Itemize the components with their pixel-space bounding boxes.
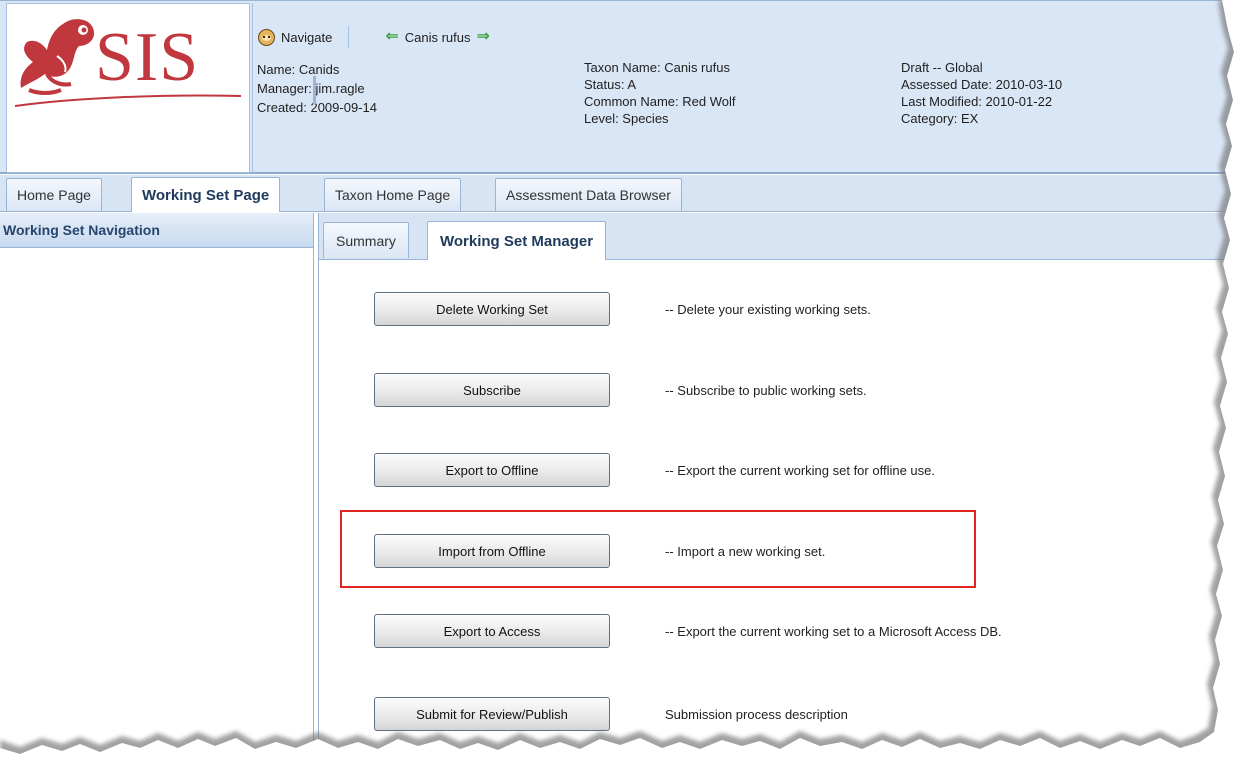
action-row: Subscribe -- Subscribe to public working…	[374, 373, 867, 407]
navigate-menu[interactable]: Navigate	[258, 28, 333, 46]
assessment-category: Category: EX	[901, 111, 979, 126]
taxon-info: Taxon Name: Canis rufus Status: A Common…	[584, 59, 735, 127]
tab-working-set-page[interactable]: Working Set Page	[131, 177, 281, 212]
working-set-navigation-header: Working Set Navigation	[0, 213, 313, 248]
sub-tab-bar: Summary Working Set Manager	[319, 213, 1249, 260]
current-taxon-label[interactable]: Canis rufus	[405, 30, 471, 45]
panel-splitter-handle[interactable]	[313, 76, 316, 104]
main-tab-bar: Home Page Working Set Page Taxon Home Pa…	[0, 175, 1249, 212]
header-divider	[252, 3, 253, 173]
submit-for-review-description: Submission process description	[665, 706, 848, 722]
working-set-content-panel: Summary Working Set Manager Delete Worki…	[318, 213, 1249, 772]
action-row: Export to Offline -- Export the current …	[374, 453, 935, 487]
taxon-level: Level: Species	[584, 111, 669, 126]
taxon-navigator: ⇐ Canis rufus ⇒	[385, 29, 490, 45]
logo-swoosh	[14, 94, 242, 107]
tab-taxon-home-page[interactable]: Taxon Home Page	[324, 178, 462, 211]
monkey-icon	[258, 28, 275, 46]
subscribe-description: -- Subscribe to public working sets.	[665, 382, 867, 398]
assessment-info: Draft -- Global Assessed Date: 2010-03-1…	[901, 59, 1062, 127]
tab-assessment-data-browser[interactable]: Assessment Data Browser	[495, 178, 682, 211]
tab-summary[interactable]: Summary	[323, 222, 409, 258]
assessment-last-modified: Last Modified: 2010-01-22	[901, 94, 1053, 109]
nav-separator	[348, 26, 350, 48]
taxon-name: Taxon Name: Canis rufus	[584, 60, 730, 75]
action-row: Delete Working Set -- Delete your existi…	[374, 292, 871, 326]
subscribe-button[interactable]: Subscribe	[374, 373, 610, 407]
logo-text: SIS	[95, 19, 200, 96]
highlight-annotation-box	[340, 510, 976, 588]
taxon-status: Status: A	[584, 77, 637, 92]
header-bar: SIS Navigate ⇐ Canis rufus ⇒ Name: Canid…	[0, 0, 1249, 174]
navigate-label: Navigate	[281, 29, 333, 45]
arrow-left-icon[interactable]: ⇐	[385, 29, 398, 45]
action-row: Export to Access -- Export the current w…	[374, 614, 1002, 648]
arrow-right-icon[interactable]: ⇒	[476, 29, 489, 45]
action-row: Submit for Review/Publish Submission pro…	[374, 697, 848, 731]
assessment-date: Assessed Date: 2010-03-10	[901, 77, 1063, 92]
navigation-bar: Navigate ⇐ Canis rufus ⇒	[258, 25, 490, 49]
sis-application-window: SIS Navigate ⇐ Canis rufus ⇒ Name: Canid…	[0, 0, 1249, 772]
logo-area: SIS	[6, 3, 250, 173]
submit-for-review-button[interactable]: Submit for Review/Publish	[374, 697, 610, 731]
delete-working-set-description: -- Delete your existing working sets.	[665, 301, 871, 317]
working-set-name: Name: Canids	[257, 62, 340, 77]
tab-home-page[interactable]: Home Page	[6, 178, 102, 211]
working-set-info: Name: Canids Manager: jim.ragle Created:…	[257, 60, 377, 117]
export-to-offline-button[interactable]: Export to Offline	[374, 453, 610, 487]
delete-working-set-button[interactable]: Delete Working Set	[374, 292, 610, 326]
assessment-draft: Draft -- Global	[901, 60, 983, 75]
export-to-access-description: -- Export the current working set to a M…	[665, 623, 1002, 639]
tab-working-set-manager[interactable]: Working Set Manager	[427, 221, 607, 260]
export-to-offline-description: -- Export the current working set for of…	[665, 462, 935, 478]
working-set-navigation-panel: Working Set Navigation	[0, 213, 314, 772]
working-set-created: Created: 2009-09-14	[257, 100, 377, 115]
working-set-manager: Manager: jim.ragle	[257, 81, 365, 96]
export-to-access-button[interactable]: Export to Access	[374, 614, 610, 648]
taxon-common-name: Common Name: Red Wolf	[584, 94, 736, 109]
